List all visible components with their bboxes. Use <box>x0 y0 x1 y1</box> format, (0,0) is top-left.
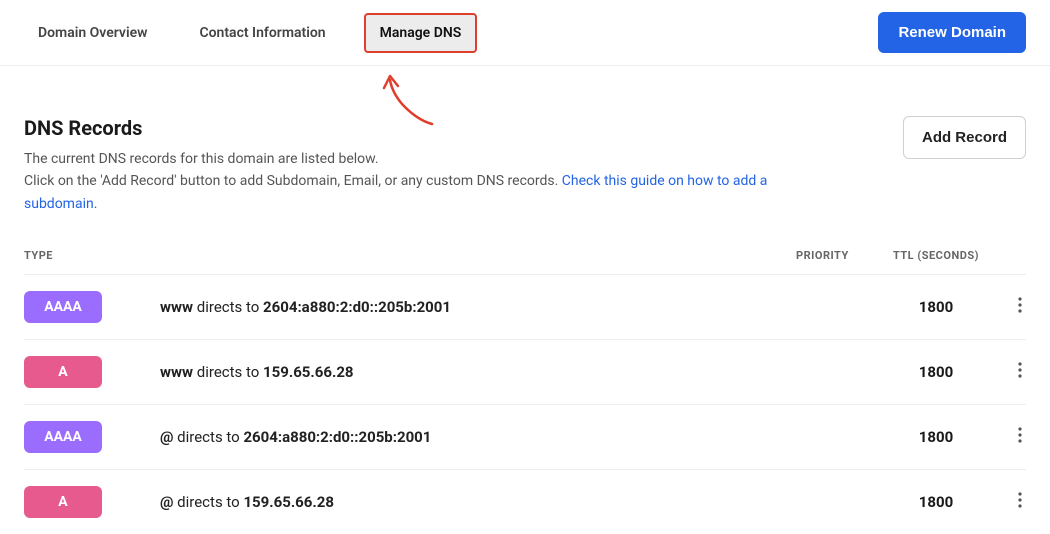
record-description: @ directs to 159.65.66.28 <box>124 493 796 511</box>
tabs: Domain Overview Contact Information Mana… <box>24 13 477 53</box>
table-row: AAAA @ directs to 2604:a880:2:d0::205b:20… <box>24 404 1026 469</box>
record-name: @ <box>160 428 173 446</box>
record-ttl: 1800 <box>876 298 996 316</box>
directs-to-text: directs to <box>173 428 243 446</box>
kebab-icon <box>1018 297 1022 313</box>
row-menu-button[interactable] <box>996 427 1026 447</box>
table-header: TYPE PRIORITY TTL (SECONDS) <box>24 249 1026 274</box>
record-ttl: 1800 <box>876 493 996 511</box>
record-ttl: 1800 <box>876 428 996 446</box>
record-type-badge: A <box>24 356 102 388</box>
desc-line2-prefix: Click on the 'Add Record' button to add … <box>24 173 562 189</box>
col-ttl-header: TTL (SECONDS) <box>876 249 996 262</box>
desc-suffix: . <box>94 196 98 212</box>
record-value: 159.65.66.28 <box>243 493 334 511</box>
directs-to-text: directs to <box>173 493 243 511</box>
add-record-button[interactable]: Add Record <box>903 116 1026 159</box>
record-name: @ <box>160 493 173 511</box>
annotation-arrow <box>0 66 1050 116</box>
record-description: www directs to 2604:a880:2:d0::205b:2001 <box>124 298 796 316</box>
col-priority-header: PRIORITY <box>796 249 876 262</box>
row-menu-button[interactable] <box>996 297 1026 317</box>
record-name: www <box>160 363 193 381</box>
kebab-icon <box>1018 492 1022 508</box>
tab-manage-dns[interactable]: Manage DNS <box>364 13 478 53</box>
records-body: AAAAwww directs to 2604:a880:2:d0::205b:… <box>24 274 1026 534</box>
kebab-icon <box>1018 362 1022 378</box>
tab-contact-information[interactable]: Contact Information <box>185 15 339 51</box>
tab-domain-overview[interactable]: Domain Overview <box>24 15 161 51</box>
record-value: 2604:a880:2:d0::205b:2001 <box>263 298 451 316</box>
record-type-badge: AAAA <box>24 421 102 453</box>
record-type-badge: A <box>24 486 102 518</box>
table-row: Awww directs to 159.65.66.28 1800 <box>24 339 1026 404</box>
row-menu-button[interactable] <box>996 362 1026 382</box>
table-row: AAAA www directs to 2604:a880:2:d0::205b:… <box>24 274 1026 339</box>
directs-to-text: directs to <box>193 363 263 381</box>
record-description: www directs to 159.65.66.28 <box>124 363 796 381</box>
record-ttl: 1800 <box>876 363 996 381</box>
renew-domain-button[interactable]: Renew Domain <box>878 12 1026 53</box>
record-value: 159.65.66.28 <box>263 363 354 381</box>
record-type-badge: AAAA <box>24 291 102 323</box>
row-menu-button[interactable] <box>996 492 1026 512</box>
record-description: @ directs to 2604:a880:2:d0::205b:2001 <box>124 428 796 446</box>
directs-to-text: directs to <box>193 298 263 316</box>
record-value: 2604:a880:2:d0::205b:2001 <box>243 428 431 446</box>
record-name: www <box>160 298 193 316</box>
section-description: The current DNS records for this domain … <box>24 148 784 215</box>
table-row: A @ directs to 159.65.66.28 1800 <box>24 469 1026 534</box>
desc-line1: The current DNS records for this domain … <box>24 151 379 167</box>
col-type-header: TYPE <box>24 249 124 262</box>
kebab-icon <box>1018 427 1022 443</box>
